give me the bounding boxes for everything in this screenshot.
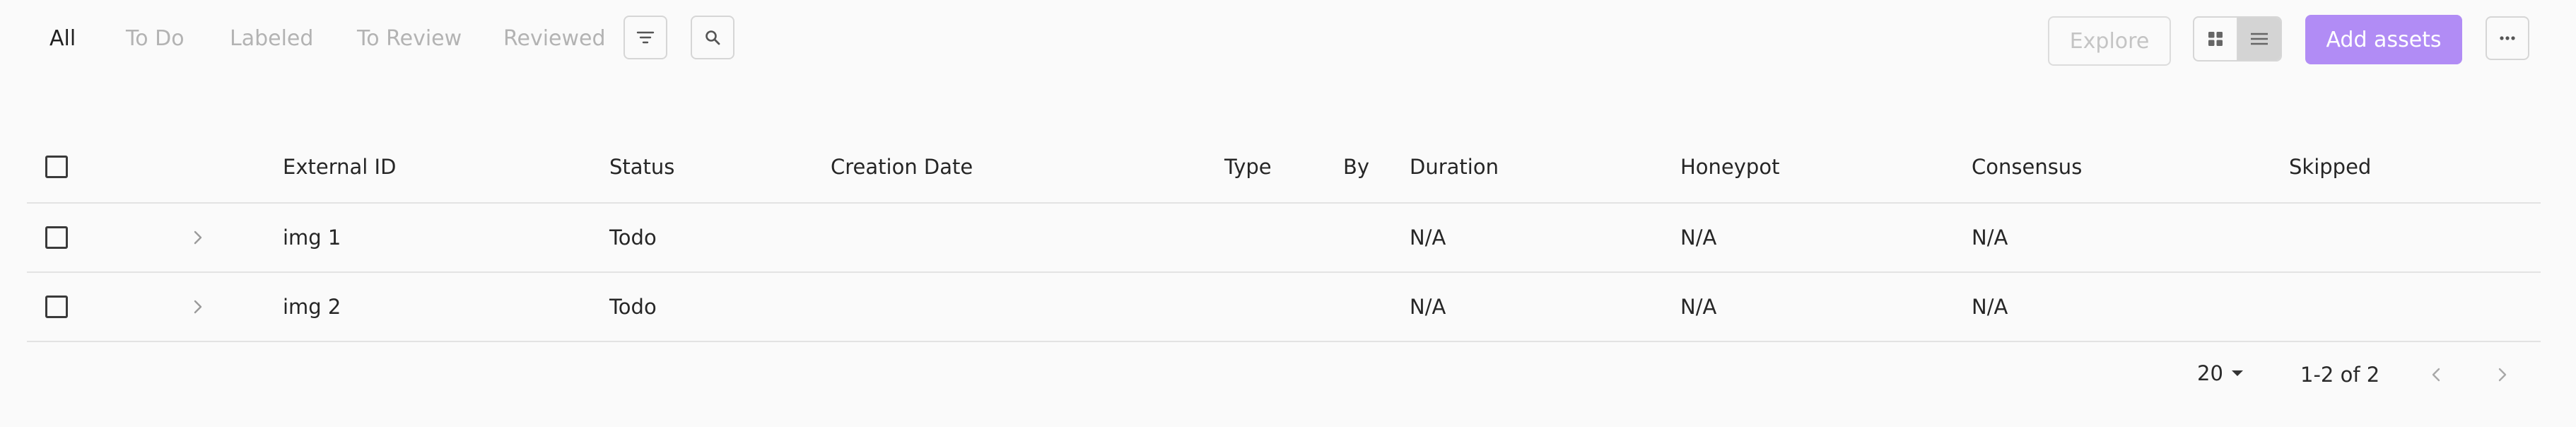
column-header-duration[interactable]: Duration xyxy=(1410,155,1499,179)
column-header-status[interactable]: Status xyxy=(609,155,674,179)
tab-all[interactable]: All xyxy=(49,26,76,52)
status-cell: Todo xyxy=(609,295,657,319)
tab-reviewed[interactable]: Reviewed xyxy=(503,26,606,52)
table-header-row: External ID Status Creation Date Type By… xyxy=(27,131,2541,204)
more-options-button[interactable] xyxy=(2486,16,2529,60)
grid-view-icon xyxy=(2208,32,2223,46)
column-header-by[interactable]: By xyxy=(1343,155,1369,179)
caret-down-icon xyxy=(2231,370,2243,376)
next-page-button[interactable] xyxy=(2490,362,2515,387)
duration-cell: N/A xyxy=(1410,226,1446,250)
select-all-checkbox[interactable] xyxy=(45,156,68,178)
page-size-value: 20 xyxy=(2197,361,2223,385)
filter-icon xyxy=(636,31,655,44)
row-checkbox[interactable] xyxy=(45,226,68,249)
grid-view-button[interactable] xyxy=(2194,18,2237,60)
column-header-type[interactable]: Type xyxy=(1224,155,1272,179)
search-button[interactable] xyxy=(691,16,734,59)
more-options-icon xyxy=(2500,36,2515,40)
external-id-cell: img 1 xyxy=(283,226,341,250)
column-header-external-id[interactable]: External ID xyxy=(283,155,396,179)
tab-labeled[interactable]: Labeled xyxy=(230,26,313,52)
assets-toolbar: All To Do Labeled To Review Reviewed Exp… xyxy=(0,0,2576,79)
page-size-select[interactable]: 20 xyxy=(2197,361,2244,385)
chevron-right-icon xyxy=(194,300,202,314)
chevron-left-icon xyxy=(2432,368,2440,382)
expand-row-button[interactable] xyxy=(188,228,208,247)
search-icon xyxy=(706,30,720,45)
column-header-consensus[interactable]: Consensus xyxy=(1972,155,2082,179)
column-header-honeypot[interactable]: Honeypot xyxy=(1680,155,1779,179)
chevron-right-icon xyxy=(194,230,202,245)
tab-to-review[interactable]: To Review xyxy=(357,26,462,52)
duration-cell: N/A xyxy=(1410,295,1446,319)
honeypot-cell: N/A xyxy=(1680,295,1717,319)
list-view-button[interactable] xyxy=(2237,18,2281,60)
column-header-creation-date[interactable]: Creation Date xyxy=(831,155,973,179)
assets-table: External ID Status Creation Date Type By… xyxy=(27,131,2541,342)
previous-page-button[interactable] xyxy=(2423,362,2449,387)
table-row[interactable]: img 1 Todo N/A N/A N/A xyxy=(27,204,2541,273)
external-id-cell: img 2 xyxy=(283,295,341,319)
row-checkbox[interactable] xyxy=(45,296,68,318)
view-toggle xyxy=(2193,16,2282,62)
filter-button[interactable] xyxy=(623,16,667,59)
honeypot-cell: N/A xyxy=(1680,226,1717,250)
column-header-skipped[interactable]: Skipped xyxy=(2289,155,2371,179)
page-range-label: 1-2 of 2 xyxy=(2300,363,2380,387)
list-view-icon xyxy=(2251,33,2268,45)
add-assets-button[interactable]: Add assets xyxy=(2305,15,2462,64)
expand-row-button[interactable] xyxy=(188,297,208,317)
chevron-right-icon xyxy=(2498,368,2507,382)
table-row[interactable]: img 2 Todo N/A N/A N/A xyxy=(27,273,2541,342)
tab-to-do[interactable]: To Do xyxy=(126,26,185,52)
status-cell: Todo xyxy=(609,226,657,250)
explore-button[interactable]: Explore xyxy=(2048,16,2171,66)
consensus-cell: N/A xyxy=(1972,295,2008,319)
consensus-cell: N/A xyxy=(1972,226,2008,250)
